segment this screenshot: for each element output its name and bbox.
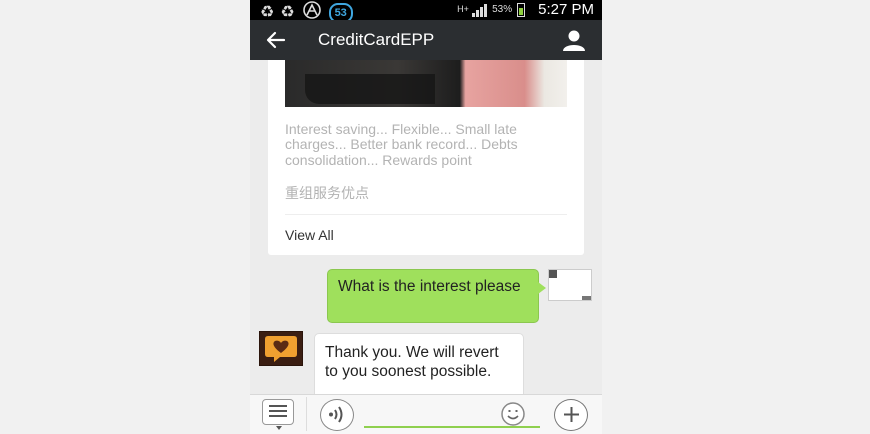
article-image (285, 60, 567, 107)
network-type-icon: H+ (457, 4, 469, 14)
contact-avatar[interactable] (259, 331, 303, 366)
voice-icon (329, 406, 343, 423)
input-bar (250, 394, 602, 434)
menu-list-button[interactable] (262, 399, 294, 430)
heart-speech-icon (265, 336, 297, 362)
article-chinese-text: 重组服务优点 (285, 185, 369, 201)
emoji-icon[interactable] (500, 401, 526, 427)
recycle-icon: ♻ (280, 3, 295, 21)
clock: 5:27 PM (538, 1, 594, 18)
menu-list-icon (269, 405, 287, 420)
divider (306, 397, 307, 431)
title-bar: CreditCardEPP (250, 20, 602, 60)
incoming-message[interactable]: Thank you. We will revert to you soonest… (314, 333, 524, 403)
voice-button[interactable] (320, 399, 354, 431)
article-card[interactable]: Interest saving... Flexible... Small lat… (268, 60, 584, 255)
battery-icon (517, 2, 526, 17)
user-avatar[interactable] (548, 269, 592, 301)
divider (285, 214, 567, 215)
outgoing-message[interactable]: What is the interest please (327, 269, 546, 323)
chat-title: CreditCardEPP (318, 30, 435, 49)
article-description: Interest saving... Flexible... Small lat… (285, 121, 518, 168)
back-arrow-icon[interactable] (262, 26, 290, 54)
signal-icon (472, 3, 488, 17)
profile-icon[interactable] (562, 29, 586, 51)
battery-percent: 53% (492, 4, 513, 15)
recycle-icon: ♻ (260, 3, 275, 21)
phone-screen: ♻ ♻ 53 H+ 53% 5:27 PM CreditCardEPP Inte… (250, 0, 602, 434)
status-bar: ♻ ♻ 53 H+ 53% 5:27 PM (250, 0, 602, 23)
plus-icon (563, 407, 579, 422)
view-all-link[interactable]: View All (285, 227, 334, 243)
plus-button[interactable] (554, 399, 588, 431)
